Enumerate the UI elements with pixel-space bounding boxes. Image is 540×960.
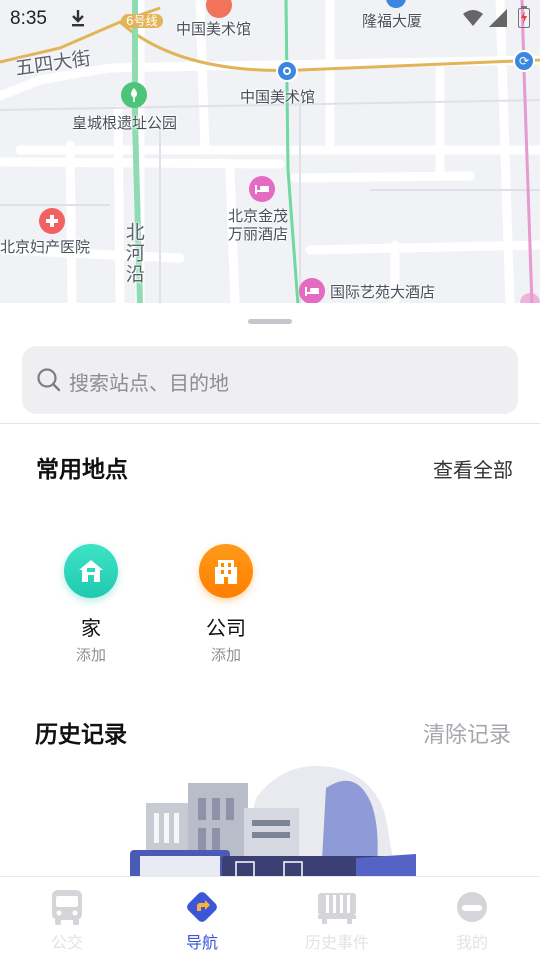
navigation-icon (187, 892, 217, 922)
search-input[interactable]: 搜索站点、目的地 (22, 346, 518, 414)
map-label-maternity-hospital: 北京妇产医院 (0, 238, 91, 256)
sheet-drag-handle[interactable] (248, 319, 292, 324)
history-title: 历史记录 (35, 722, 127, 748)
tab-profile[interactable]: 我的 (412, 887, 532, 953)
transfer-station-icon[interactable]: ⟳ (513, 50, 535, 72)
search-placeholder: 搜索站点、目的地 (69, 371, 229, 395)
status-time: 8:35 (10, 8, 47, 29)
wifi-icon (463, 10, 483, 26)
road-network (0, 0, 540, 305)
map-view[interactable]: ⟳ 6号线 中国美术馆 隆福大厦 五四大街 中国美术馆 皇城根遗址公园 北京金茂… (0, 0, 540, 305)
tab-navigation[interactable]: 导航 (142, 887, 262, 953)
status-bar: 8:35 (0, 0, 540, 36)
tab-bar: 公交 导航 历史事件 我的 (0, 876, 540, 960)
building-icon (199, 544, 253, 598)
map-label-beiheyan: 北河沿 (122, 222, 145, 285)
clear-history-button[interactable]: 清除记录 (423, 717, 511, 749)
favorite-home[interactable]: 家 添加 (36, 544, 146, 665)
history-events-icon (318, 893, 356, 924)
divider (0, 423, 540, 424)
battery-charging-icon (518, 6, 530, 28)
tab-navigation-label: 导航 (185, 933, 218, 952)
map-label-imperial-park: 皇城根遗址公园 (72, 114, 178, 132)
map-label-hotel-jinmao: 北京金茂 万丽酒店 (228, 207, 288, 243)
favorite-company-add: 添加 (210, 646, 241, 664)
park-poi-icon[interactable] (121, 82, 147, 108)
intl-hotel-poi-icon[interactable] (299, 278, 325, 304)
search-icon (37, 368, 61, 392)
empty-history-illustration (126, 758, 416, 878)
tab-history-events-label: 历史事件 (304, 933, 369, 952)
favorite-home-add: 添加 (75, 646, 106, 664)
profile-icon (457, 892, 487, 922)
map-label-intl-hotel: 国际艺苑大酒店 (330, 283, 436, 301)
tab-profile-label: 我的 (455, 933, 488, 952)
metro-station-icon[interactable] (276, 60, 298, 82)
favorite-company[interactable]: 公司 添加 (171, 544, 281, 665)
bottom-sheet: 搜索站点、目的地 常用地点 查看全部 家 添加 公司 添加 历史记录 清除记录 (0, 303, 540, 960)
tab-bus[interactable]: 公交 (7, 887, 127, 953)
favorites-title: 常用地点 (36, 457, 128, 483)
signal-icon (489, 9, 507, 27)
hotel-poi-icon[interactable] (249, 176, 275, 202)
hospital-poi-icon[interactable] (39, 208, 65, 234)
map-label-hotel-jinmao-line2: 万丽酒店 (228, 225, 289, 243)
favorite-company-name: 公司 (206, 616, 246, 640)
home-icon (64, 544, 118, 598)
tab-bus-label: 公交 (50, 933, 83, 952)
map-label-hotel-jinmao-line1: 北京金茂 (228, 207, 289, 225)
view-all-link[interactable]: 查看全部 (433, 454, 513, 483)
tab-history-events[interactable]: 历史事件 (277, 887, 397, 953)
favorite-home-name: 家 (81, 616, 101, 640)
bus-icon (52, 890, 82, 925)
map-label-gallery-station: 中国美术馆 (240, 88, 316, 106)
download-icon (72, 10, 84, 27)
